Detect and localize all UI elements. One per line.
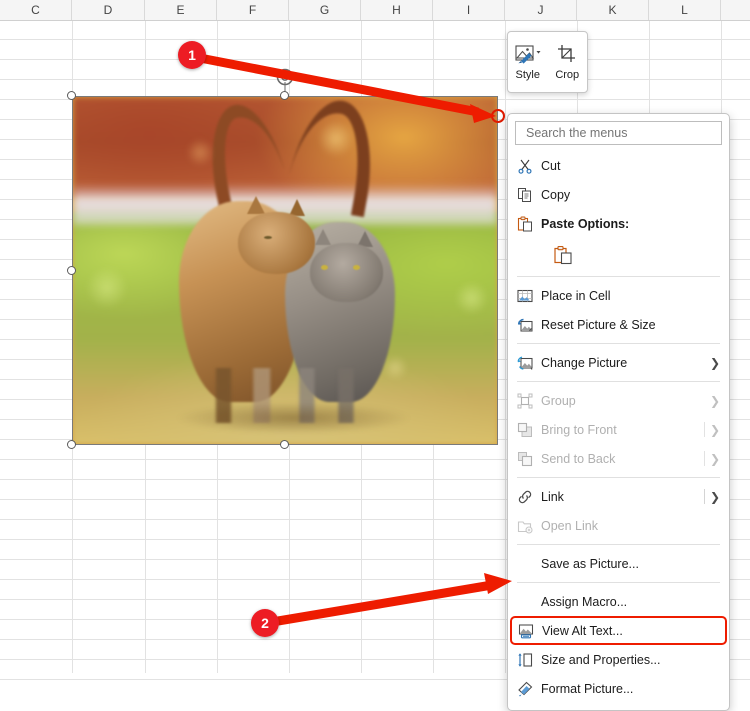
size-properties-icon: [517, 652, 541, 668]
menu-separator: [517, 381, 720, 382]
menu-item-reset-picture[interactable]: Reset Picture & Size: [508, 310, 729, 339]
menu-separator: [517, 343, 720, 344]
crop-button[interactable]: Crop: [548, 32, 588, 92]
menu-item-save-as-picture[interactable]: Save as Picture...: [508, 549, 729, 578]
menu-item-send-to-back: Send to Back ❯: [508, 444, 729, 473]
chevron-right-icon: ❯: [709, 355, 720, 370]
scissors-icon: [517, 158, 541, 174]
menu-item-label: Assign Macro...: [541, 594, 628, 609]
column-header-G[interactable]: G: [289, 0, 361, 20]
menu-item-change-picture[interactable]: Change Picture ❯: [508, 348, 729, 377]
picture-style-icon: [515, 43, 541, 65]
menu-item-paste-options[interactable]: Paste Options:: [508, 209, 729, 238]
column-header-L[interactable]: L: [649, 0, 721, 20]
crop-icon: [557, 43, 577, 65]
menu-separator: [517, 544, 720, 545]
rotate-handle-icon[interactable]: [274, 66, 296, 88]
place-in-cell-icon: [517, 288, 541, 304]
menu-item-label: Format Picture...: [541, 681, 634, 696]
picture-image[interactable]: [72, 96, 498, 445]
grid-hline: [0, 39, 750, 40]
picture-context-menu[interactable]: Cut Copy Paste Options: Place in Cell Reset …: [507, 113, 730, 711]
search-input[interactable]: [524, 125, 713, 141]
column-header-row[interactable]: CDEFGHIJKL: [0, 0, 750, 21]
menu-item-label: Change Picture: [541, 355, 628, 370]
menu-item-label: Cut: [541, 158, 561, 173]
column-header-E[interactable]: E: [145, 0, 217, 20]
paste-icon: [517, 216, 541, 232]
menu-item-label: Save as Picture...: [541, 556, 639, 571]
menu-item-label: Place in Cell: [541, 288, 611, 303]
bring-to-front-icon: [517, 422, 541, 438]
column-header-D[interactable]: D: [72, 0, 145, 20]
resize-handle-bottom-middle[interactable]: [280, 440, 289, 449]
copy-icon: [517, 187, 541, 203]
menu-item-size-and-properties[interactable]: Size and Properties...: [508, 645, 729, 674]
menu-item-label: View Alt Text...: [542, 623, 623, 638]
column-header-H[interactable]: H: [361, 0, 433, 20]
open-link-icon: [517, 518, 541, 534]
menu-item-open-link: Open Link: [508, 511, 729, 540]
menu-item-place-in-cell[interactable]: Place in Cell: [508, 281, 729, 310]
paste-keep-source-formatting-button[interactable]: [550, 242, 576, 268]
menu-item-assign-macro[interactable]: Assign Macro...: [508, 587, 729, 616]
menu-separator: [517, 477, 720, 478]
menu-item-label: Copy: [541, 187, 571, 202]
reset-picture-icon: [517, 317, 541, 333]
chevron-right-icon: ❯: [709, 422, 720, 437]
style-button-label: Style: [515, 69, 540, 81]
change-picture-icon: [517, 355, 541, 371]
resize-handle-top-left[interactable]: [67, 91, 76, 100]
menu-item-label: Size and Properties...: [541, 652, 661, 667]
menu-item-label: Open Link: [541, 518, 598, 533]
resize-handle-top-middle[interactable]: [280, 91, 289, 100]
send-to-back-icon: [517, 451, 541, 467]
menu-separator: [517, 276, 720, 277]
chevron-right-icon: ❯: [709, 393, 720, 408]
menu-item-divider: [704, 489, 705, 504]
menu-item-divider: [704, 451, 705, 466]
style-button[interactable]: Style: [508, 32, 548, 92]
selected-picture-object[interactable]: [67, 68, 505, 449]
menu-item-format-picture[interactable]: Format Picture...: [508, 674, 729, 703]
grid-hline: [0, 79, 750, 80]
menu-item-label: Bring to Front: [541, 422, 617, 437]
chevron-right-icon: ❯: [709, 489, 720, 504]
column-header-F[interactable]: F: [217, 0, 289, 20]
menu-item-cut[interactable]: Cut: [508, 151, 729, 180]
no-icon: [517, 594, 541, 610]
context-menu-items[interactable]: Cut Copy Paste Options: Place in Cell Reset …: [508, 151, 729, 703]
menu-item-group: Group ❯: [508, 386, 729, 415]
menu-separator: [517, 582, 720, 583]
grid-hline: [0, 59, 750, 60]
menu-item-bring-to-front: Bring to Front ❯: [508, 415, 729, 444]
column-header-C[interactable]: C: [0, 0, 72, 20]
menu-item-divider: [704, 422, 705, 437]
menu-item-link[interactable]: Link ❯: [508, 482, 729, 511]
chevron-right-icon: ❯: [709, 451, 720, 466]
crop-button-label: Crop: [555, 69, 580, 81]
column-header-K[interactable]: K: [577, 0, 649, 20]
photo-bokeh-layer: [73, 97, 497, 444]
menu-item-label: Link: [541, 489, 564, 504]
alt-text-icon: [518, 623, 542, 639]
menu-item-label: Group: [541, 393, 576, 408]
resize-handle-top-right[interactable]: [491, 109, 505, 123]
menu-item-view-alt-text[interactable]: View Alt Text...: [510, 616, 727, 645]
column-header-I[interactable]: I: [433, 0, 505, 20]
menu-item-label: Reset Picture & Size: [541, 317, 656, 332]
no-icon: [517, 556, 541, 572]
menu-item-label: Paste Options:: [541, 216, 630, 231]
paste-options-row: [508, 238, 729, 272]
resize-handle-bottom-left[interactable]: [67, 440, 76, 449]
group-icon: [517, 393, 541, 409]
search-the-menus-field[interactable]: [515, 121, 722, 145]
menu-item-label: Send to Back: [541, 451, 616, 466]
format-picture-icon: [517, 681, 541, 697]
picture-mini-toolbar[interactable]: Style Crop: [507, 31, 588, 93]
resize-handle-middle-left[interactable]: [67, 266, 76, 275]
link-icon: [517, 489, 541, 505]
column-header-J[interactable]: J: [505, 0, 577, 20]
menu-item-copy[interactable]: Copy: [508, 180, 729, 209]
